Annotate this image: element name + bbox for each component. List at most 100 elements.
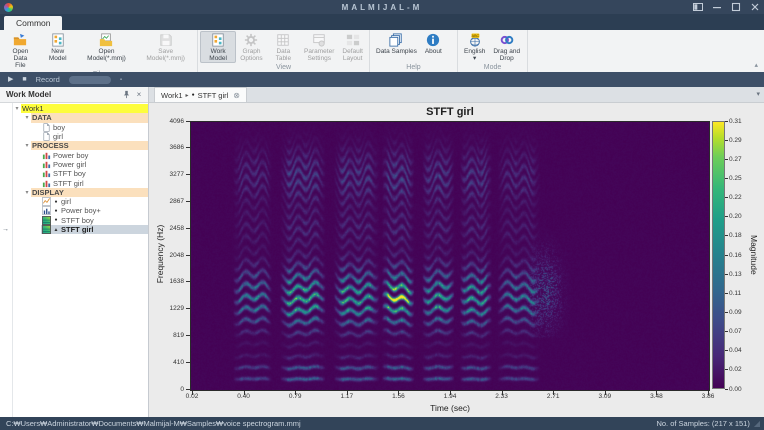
tab-close-icon[interactable]: ⊗ <box>233 91 240 100</box>
record-progress-pill[interactable] <box>69 76 111 84</box>
bars-icon <box>42 169 51 178</box>
colorbar-tick-label: 0.25 <box>729 175 742 182</box>
tree-item-stft-boy[interactable]: STFT boy <box>13 169 148 178</box>
colorbar-tick-mark <box>725 274 728 275</box>
colorbar-tick-mark <box>725 121 728 122</box>
panel-close-icon[interactable]: × <box>134 90 144 100</box>
open-model-label: Open Model(*.mmj) <box>81 48 133 62</box>
tab-common[interactable]: Common <box>4 16 62 30</box>
new-model-button[interactable]: New Model <box>39 31 77 70</box>
colorbar-label: Magnitude <box>749 121 759 389</box>
tab-model-name: Work1 <box>161 91 183 100</box>
spectrogram-plot[interactable] <box>190 121 710 391</box>
model-tree: ▾Work1▾DATAboygirl▾PROCESSPower boyPower… <box>13 103 148 417</box>
colorbar-tick-mark <box>725 350 728 351</box>
colorbar-tick-label: 0.29 <box>729 137 742 144</box>
save-model-button: Save Model(*.mmj) <box>136 31 195 70</box>
y-tick-mark <box>186 308 190 309</box>
tree-item-display[interactable]: ▾DISPLAY <box>13 188 148 197</box>
colorbar-tick-label: 0.11 <box>729 290 741 297</box>
colorbar-tick-mark <box>725 312 728 313</box>
spect-icon <box>42 216 51 225</box>
about-button[interactable]: About <box>421 31 446 63</box>
minimize-button[interactable] <box>709 1 724 13</box>
y-tick-mark <box>186 174 190 175</box>
data-samples-button[interactable]: Data Samples <box>372 31 421 63</box>
record-options-dot[interactable]: ▪ <box>120 77 122 83</box>
tree-item-display-power-boy[interactable]: ●Power boy+ <box>13 206 148 215</box>
colorbar-tick-mark <box>725 140 728 141</box>
y-tick-label: 2867 <box>158 198 184 205</box>
tree-item-girl[interactable]: girl <box>13 132 148 141</box>
expand-chevron-icon[interactable]: ▾ <box>13 105 21 112</box>
tree-item-data[interactable]: ▾DATA <box>13 113 148 122</box>
tree-item-stft-girl[interactable]: STFT girl <box>13 178 148 187</box>
tab-list-dropdown-icon[interactable]: ▾ <box>756 90 760 98</box>
colorbar-tick-label: 0.16 <box>729 252 742 259</box>
colorbar-tick-mark <box>725 331 728 332</box>
english-button[interactable]: ABCEnglish ▾ <box>460 31 489 63</box>
colorbar-tick-label: 0.20 <box>729 213 742 220</box>
window-title: MALMIJAL-M <box>0 3 764 12</box>
model-page-icon <box>51 33 65 47</box>
tree-item-label: STFT boy <box>53 169 86 178</box>
work-model-panel: Work Model × → ▾Work1▾DATAboygirl▾PROCES… <box>0 87 149 417</box>
main-area: Work Model × → ▾Work1▾DATAboygirl▾PROCES… <box>0 87 764 417</box>
tree-item-display-girl[interactable]: ●girl <box>13 197 148 206</box>
line-icon <box>42 197 51 206</box>
drag-icon <box>500 33 514 47</box>
tree-item-work1[interactable]: ▾Work1 <box>13 104 148 113</box>
colorbar-tick-mark <box>725 159 728 160</box>
tree-item-power-girl[interactable]: Power girl <box>13 160 148 169</box>
colorbar-tick-label: 0.04 <box>729 347 742 354</box>
colorbar-tick-label: 0.27 <box>729 156 742 163</box>
drag-and-drop-button[interactable]: Drag and Drop <box>489 31 524 63</box>
y-tick-mark <box>186 147 190 148</box>
file-icon <box>42 123 51 132</box>
stop-icon[interactable]: ■ <box>22 76 26 83</box>
x-tick-label: 1.56 <box>383 393 413 400</box>
open-data-file-button[interactable]: Open Data File <box>2 31 39 70</box>
ribbon-group-label: Mode <box>458 63 527 72</box>
x-tick-label: 0.40 <box>229 393 259 400</box>
tree-item-label: DATA <box>32 113 52 122</box>
y-tick-label: 2458 <box>158 225 184 232</box>
ribbon-group-label: Help <box>370 63 457 72</box>
tree-item-process[interactable]: ▾PROCESS <box>13 141 148 150</box>
tree-item-display-stft-girl[interactable]: ▲STFT girl <box>13 225 148 234</box>
tree-item-label: DISPLAY <box>32 188 64 197</box>
record-bar: ▶ ■ Record ▪ <box>0 72 764 87</box>
default-layout-label: Default Layout <box>342 48 363 62</box>
tree-item-display-stft-boy[interactable]: ●STFT boy <box>13 216 148 225</box>
pin-icon[interactable] <box>121 90 131 100</box>
tree-item-power-boy[interactable]: Power boy <box>13 150 148 159</box>
tree-item-label: PROCESS <box>32 141 69 150</box>
tree-item-label: Work1 <box>22 104 44 113</box>
document-area: Work1 ▸ ● STFT girl ⊗ ▾ STFT girl Freque… <box>149 87 764 417</box>
y-tick-label: 3277 <box>158 171 184 178</box>
colorbar-tick-mark <box>725 255 728 256</box>
status-bar: C:₩Users₩Administrator₩Documents₩Malmija… <box>0 417 764 430</box>
titlebar: MALMIJAL-M <box>0 0 764 14</box>
open-model-button[interactable]: Open Model(*.mmj) <box>77 31 137 70</box>
tab-stft-girl[interactable]: Work1 ▸ ● STFT girl ⊗ <box>154 87 247 102</box>
parameter-settings-label: Parameter Settings <box>304 48 334 62</box>
close-button[interactable] <box>747 1 762 13</box>
y-tick-label: 4096 <box>158 118 184 125</box>
y-tick-mark <box>186 281 190 282</box>
maximize-button[interactable] <box>728 1 743 13</box>
x-tick-label: 3.09 <box>590 393 620 400</box>
tree-item-boy[interactable]: boy <box>13 123 148 132</box>
tree-item-label: girl <box>61 197 71 206</box>
expand-chevron-icon[interactable]: ▾ <box>23 114 31 121</box>
work-model-button[interactable]: Work Model <box>200 31 236 63</box>
window-theme-icon[interactable] <box>690 1 705 13</box>
collapse-ribbon-chevron-icon[interactable]: ▴ <box>754 61 758 69</box>
expand-chevron-icon[interactable]: ▾ <box>23 142 31 149</box>
x-tick-label: 0.02 <box>177 393 207 400</box>
play-icon[interactable]: ▶ <box>8 76 13 83</box>
colorbar-tick-label: 0.31 <box>729 118 742 125</box>
colorbar-tick-label: 0.13 <box>729 271 742 278</box>
expand-chevron-icon[interactable]: ▾ <box>23 189 31 196</box>
colorbar-tick-label: 0.09 <box>729 309 742 316</box>
